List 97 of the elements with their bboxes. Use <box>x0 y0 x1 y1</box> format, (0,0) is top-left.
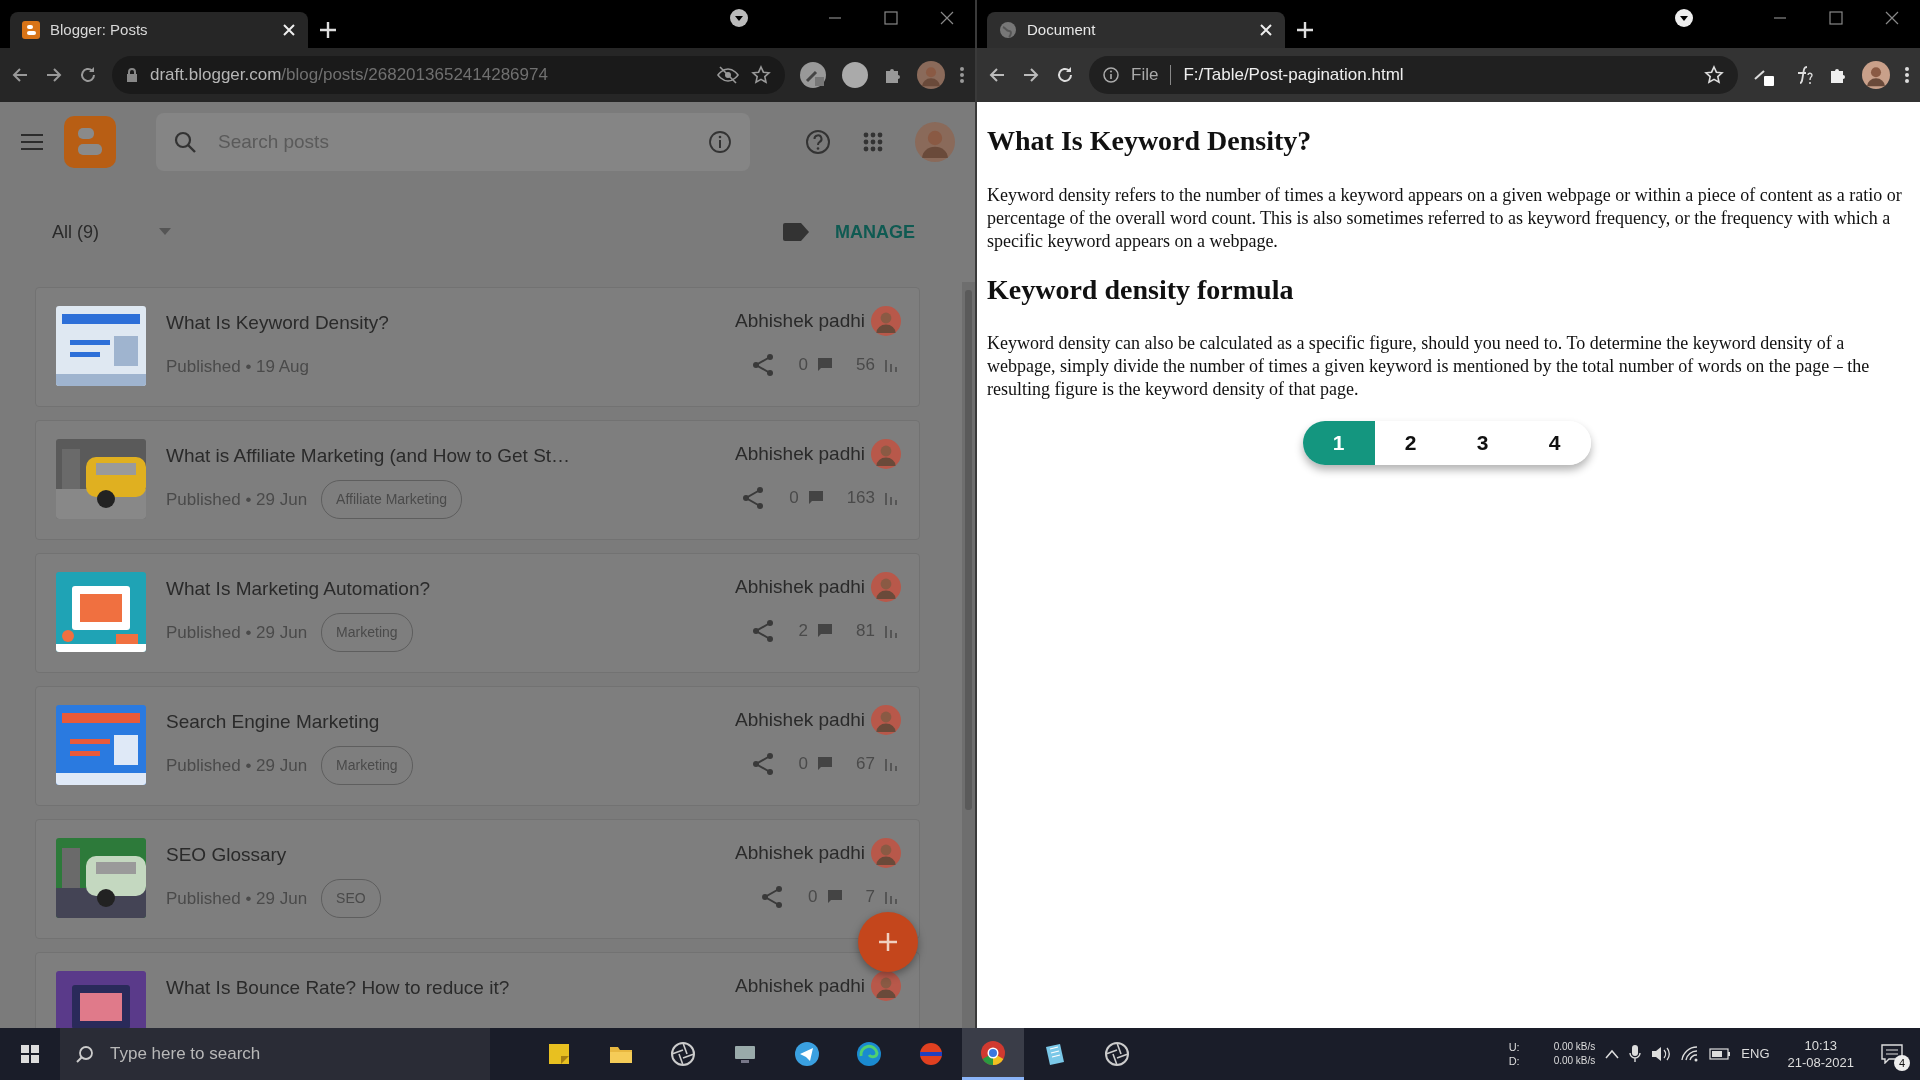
browser-tab[interactable]: Document <box>987 12 1285 48</box>
author-name: Abhishek padhi <box>735 308 865 333</box>
reload-icon[interactable] <box>1055 65 1075 85</box>
profile-circle-icon[interactable] <box>841 61 869 89</box>
share-icon[interactable] <box>750 353 775 377</box>
avatar-icon[interactable] <box>1862 61 1890 89</box>
author-name: Abhishek padhi <box>735 840 865 865</box>
network-speed: U: 0.00 kB/s D: 0.00 kB/s <box>1508 1040 1596 1068</box>
browser-tab[interactable]: Blogger: Posts <box>10 12 308 48</box>
bar-chart-icon <box>885 757 897 771</box>
chevron-up-icon[interactable] <box>1605 1049 1620 1059</box>
info-icon <box>1103 67 1119 83</box>
reload-icon[interactable] <box>78 65 98 85</box>
author-name: Abhishek padhi <box>735 973 865 998</box>
search-icon <box>174 131 196 153</box>
taskbar-app[interactable] <box>962 1028 1024 1080</box>
plus-icon <box>878 932 898 952</box>
star-icon[interactable] <box>751 65 771 85</box>
apps-grid-icon[interactable] <box>863 132 883 152</box>
help-icon[interactable] <box>805 129 831 155</box>
close-window-icon[interactable] <box>940 11 954 25</box>
address-bar[interactable]: draft.blogger.com/blog/posts/2682013652414286974 <box>112 56 785 94</box>
close-icon[interactable] <box>1259 23 1273 37</box>
paper-plane-icon <box>794 1041 820 1067</box>
scrollbar[interactable] <box>962 282 975 1028</box>
page-button[interactable]: 1 <box>1302 421 1375 466</box>
bar-chart-icon <box>885 624 897 638</box>
eye-off-icon[interactable] <box>717 65 739 85</box>
info-icon[interactable] <box>708 130 732 154</box>
aperture-icon <box>670 1041 696 1067</box>
label-icon[interactable] <box>783 223 809 241</box>
browser-icon <box>980 1039 1006 1066</box>
language-indicator[interactable]: ENG <box>1741 1044 1770 1064</box>
post-title[interactable]: Search Engine Marketing <box>166 708 716 737</box>
post-card[interactable]: What Is Bounce Rate? How to reduce it? Abhishek padhi <box>35 952 920 1028</box>
windows-icon[interactable] <box>21 1045 39 1063</box>
page-button[interactable]: 4 <box>1518 421 1591 466</box>
dropdown-icon[interactable] <box>1675 9 1693 27</box>
maximize-icon[interactable] <box>884 11 898 25</box>
maximize-icon[interactable] <box>1829 11 1843 25</box>
close-window-icon[interactable] <box>1885 11 1899 25</box>
clock-date[interactable]: 21-08-2021 <box>1787 1054 1854 1071</box>
bar-chart-icon <box>885 491 897 505</box>
ball-icon <box>918 1041 944 1067</box>
comment-icon <box>818 757 833 771</box>
eyedropper-icon[interactable] <box>799 61 827 89</box>
post-title[interactable]: What is Affiliate Marketing (and How to Get St… <box>166 442 716 471</box>
post-title[interactable]: What Is Bounce Rate? How to reduce it? <box>166 974 716 1003</box>
page-button[interactable]: 3 <box>1446 421 1519 466</box>
author-name: Abhishek padhi <box>735 707 865 732</box>
notification-count: 4 <box>1894 1055 1910 1071</box>
manage-button[interactable]: MANAGE <box>829 217 921 247</box>
wifi-icon[interactable] <box>1681 1046 1700 1062</box>
heading: Keyword density formula <box>987 272 1295 307</box>
url-scheme: File <box>1131 64 1159 87</box>
microphone-icon[interactable] <box>1629 1045 1642 1063</box>
avatar-icon[interactable] <box>917 61 945 89</box>
comment-icon <box>827 890 842 904</box>
lock-icon <box>126 67 138 83</box>
share-icon[interactable] <box>760 885 785 909</box>
battery-icon[interactable] <box>1709 1048 1732 1060</box>
url-text: draft.blogger.com/blog/posts/2682013652414286974 <box>150 64 548 87</box>
post-title[interactable]: What Is Keyword Density? <box>166 309 716 338</box>
taskbar-search-field[interactable]: Type here to search <box>108 1040 474 1068</box>
comment-icon <box>808 491 823 505</box>
heading: What Is Keyword Density? <box>987 124 1313 158</box>
swirl-icon <box>856 1041 882 1067</box>
filter-dropdown[interactable]: All (9) <box>52 218 171 246</box>
share-icon[interactable] <box>750 619 775 643</box>
taskbar-search-bar[interactable]: Type here to search <box>60 1028 490 1080</box>
clock-time[interactable]: 10:13 <box>1804 1037 1837 1054</box>
comment-icon <box>818 358 833 372</box>
dropdown-icon[interactable] <box>730 9 748 27</box>
author-name: Abhishek padhi <box>735 574 865 599</box>
globe-icon <box>999 21 1017 39</box>
share-icon[interactable] <box>750 752 775 776</box>
blog-logo-icon <box>22 21 40 39</box>
paragraph: Keyword density can also be calculated as a specific figure, should you need to. To determine the keyword density of a webpage, simply divide the number of times a given keyword is mentioned by the total number of words on the page – the resulting figure is the keyword density of that page. <box>987 332 1871 402</box>
menu-icon[interactable] <box>1904 65 1910 85</box>
post-title[interactable]: What Is Marketing Automation? <box>166 575 716 604</box>
bar-chart-icon <box>885 358 897 372</box>
bar-chart-icon <box>885 890 897 904</box>
search-icon <box>76 1045 94 1063</box>
author-name: Abhishek padhi <box>735 441 865 466</box>
caret-icon <box>159 228 171 236</box>
aperture-icon <box>1104 1041 1130 1067</box>
menu-icon[interactable] <box>959 65 965 85</box>
address-bar[interactable]: File F:/Table/Post-pagination.html <box>1089 56 1738 94</box>
comment-icon <box>818 624 833 638</box>
close-icon[interactable] <box>282 23 296 37</box>
share-icon[interactable] <box>741 486 766 510</box>
post-title[interactable]: SEO Glossary <box>166 841 716 870</box>
note-icon <box>546 1041 572 1067</box>
page-button[interactable]: 2 <box>1374 421 1447 466</box>
speaker-icon[interactable] <box>1651 1046 1672 1062</box>
url-text: F:/Table/Post-pagination.html <box>1183 64 1404 87</box>
paragraph: Keyword density refers to the number of times a keyword appears on a given webpage or within a piece of content as a ratio or percentage of the overall word count. This is also sometimes referred to as keyword frequency, or the frequency with which a specific keyword appears on a webpage. <box>987 183 1903 253</box>
